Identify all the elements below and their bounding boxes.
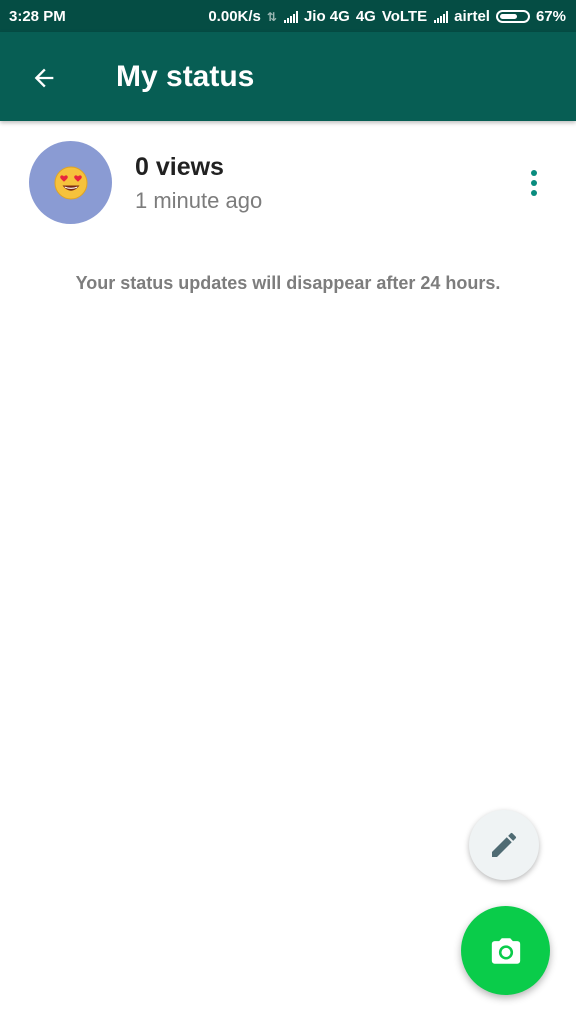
status-timestamp: 1 minute ago [135,188,263,213]
heart-eyes-emoji-icon [54,166,87,199]
text-status-button[interactable] [469,810,539,880]
signal-strength-icon [433,10,449,23]
arrow-back-icon [34,68,54,88]
my-status-screen: 3:28 PM 0.00K/s ⇅ Jio 4G 4G VoLTE airtel… [0,0,576,1024]
views-count: 0 views [135,153,224,181]
app-bar: My status [0,32,576,121]
volte-label: VoLTE [381,8,428,25]
disappear-notice: Your status updates will disappear after… [75,273,501,293]
pencil-icon [492,832,517,857]
back-button[interactable] [20,54,68,102]
battery-percent: 67% [535,8,566,25]
carrier-2-label: airtel [454,8,490,25]
network-speed: 0.00K/s [208,8,261,25]
status-bar-indicators: 0.00K/s ⇅ Jio 4G 4G VoLTE airtel 67% [202,8,566,25]
more-options-button[interactable] [514,161,554,205]
system-status-bar: 3:28 PM 0.00K/s ⇅ Jio 4G 4G VoLTE airtel… [0,0,576,32]
page-title: My status [116,60,255,93]
signal-strength-icon [283,10,298,23]
camera-icon [491,937,520,964]
battery-fill [499,14,517,19]
clock: 3:28 PM [9,8,66,25]
status-thumbnail[interactable] [29,141,112,224]
carrier-1-label: Jio 4G [303,8,350,25]
more-vertical-icon [531,168,537,198]
battery-icon [495,10,530,23]
data-transfer-icon: ⇅ [266,9,277,24]
network-type-label: 4G [355,8,376,25]
camera-status-button[interactable] [461,906,550,995]
my-status-item[interactable]: 0 views 1 minute ago [0,121,576,241]
